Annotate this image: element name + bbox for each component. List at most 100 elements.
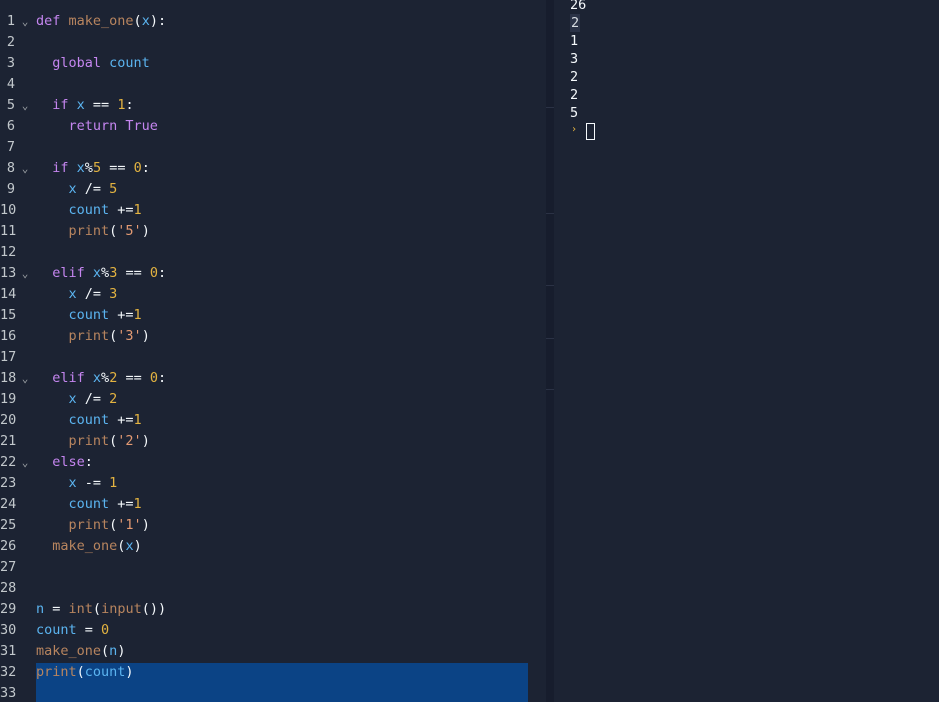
code-token: elif <box>52 265 93 281</box>
line-number: 32 <box>0 664 17 680</box>
code-text: make_one(n) <box>36 641 125 662</box>
code-line[interactable]: 32 print(count) <box>0 662 546 683</box>
code-line[interactable]: 15 count +=1 <box>0 305 546 326</box>
code-token: : <box>84 454 93 470</box>
fold-chevron-icon[interactable]: ⌄ <box>19 11 31 32</box>
code-token: % <box>84 160 93 176</box>
code-line[interactable]: 24 count +=1 <box>0 494 546 515</box>
code-line[interactable]: 21 print('2') <box>0 431 546 452</box>
code-line[interactable]: 18 ⌄ elif x%2 == 0: <box>0 368 546 389</box>
code-text: make_one(x) <box>36 536 142 557</box>
code-token: x <box>68 391 77 407</box>
fold-chevron-icon[interactable]: ⌄ <box>19 263 31 284</box>
code-line[interactable]: 11 print('5') <box>0 221 546 242</box>
code-line[interactable]: 7 <box>0 137 546 158</box>
code-token: count <box>68 307 110 323</box>
code-editor[interactable]: 1 ⌄ def make_one(x): 2 3 global count 4 5 ⌄ if … <box>0 0 546 702</box>
code-token: x <box>141 13 150 29</box>
code-line[interactable]: 22 ⌄ else: <box>0 452 546 473</box>
code-line[interactable]: 25 print('1') <box>0 515 546 536</box>
line-number: 15 <box>0 307 17 323</box>
line-number: 25 <box>0 517 17 533</box>
fold-chevron-icon[interactable]: ⌄ <box>19 452 31 473</box>
code-token: '5' <box>117 223 142 239</box>
code-token: make_one <box>36 643 102 659</box>
code-text: else: <box>36 452 93 473</box>
console-output-line: 2 <box>570 87 579 103</box>
code-token: 1 <box>133 496 142 512</box>
code-line[interactable]: 31 make_one(n) <box>0 641 546 662</box>
code-line[interactable]: 9 x /= 5 <box>0 179 546 200</box>
line-number: 17 <box>0 349 17 365</box>
code-line[interactable]: 30 count = 0 <box>0 620 546 641</box>
line-number: 31 <box>0 643 17 659</box>
code-line[interactable]: 27 <box>0 557 546 578</box>
line-number: 8 <box>6 160 15 176</box>
console-panel[interactable]: 26 2 1 3 2 2 5 › <box>554 0 939 702</box>
code-text: x /= 3 <box>36 284 118 305</box>
code-line[interactable]: 3 global count <box>0 53 546 74</box>
code-line[interactable]: 20 count +=1 <box>0 410 546 431</box>
code-text: count +=1 <box>36 410 142 431</box>
fold-chevron-icon[interactable]: ⌄ <box>19 158 31 179</box>
code-line[interactable]: 19 x /= 2 <box>0 389 546 410</box>
code-line[interactable]: 4 <box>0 74 546 95</box>
code-line[interactable]: 6 return True <box>0 116 546 137</box>
code-line[interactable]: 23 x -= 1 <box>0 473 546 494</box>
code-line[interactable]: 10 count +=1 <box>0 200 546 221</box>
code-line[interactable]: 2 <box>0 32 546 53</box>
line-number: 28 <box>0 580 17 596</box>
code-token: : <box>157 370 167 386</box>
code-token: ) <box>133 538 142 554</box>
code-token: ) <box>141 328 150 344</box>
code-token: global <box>52 55 110 71</box>
code-token: ) <box>141 517 150 533</box>
code-line[interactable]: 8 ⌄ if x%5 == 0: <box>0 158 546 179</box>
text-cursor <box>586 123 595 140</box>
console-output-line: 1 <box>570 33 579 49</box>
code-token: x <box>92 370 102 386</box>
code-token: True <box>125 118 158 134</box>
code-text: n = int(input()) <box>36 599 166 620</box>
fold-chevron-icon[interactable]: ⌄ <box>19 95 31 116</box>
code-line[interactable]: 26 make_one(x) <box>0 536 546 557</box>
line-number: 16 <box>0 328 17 344</box>
code-text: count = 0 <box>36 620 109 641</box>
code-line[interactable]: 16 print('3') <box>0 326 546 347</box>
pane-divider[interactable] <box>546 0 554 702</box>
code-token: ()) <box>141 601 167 617</box>
line-number: 19 <box>0 391 17 407</box>
code-token: += <box>109 202 134 218</box>
code-line[interactable]: 17 <box>0 347 546 368</box>
code-line[interactable]: 13 ⌄ elif x%3 == 0: <box>0 263 546 284</box>
line-number: 3 <box>6 55 15 71</box>
code-token: += <box>109 496 134 512</box>
code-line[interactable]: 5 ⌄ if x == 1: <box>0 95 546 116</box>
code-line[interactable]: 28 <box>0 578 546 599</box>
fold-chevron-icon[interactable]: ⌄ <box>19 368 31 389</box>
code-token: /= <box>76 181 110 197</box>
code-token: x <box>76 97 85 113</box>
code-line[interactable]: 1 ⌄ def make_one(x): <box>0 11 546 32</box>
code-line[interactable]: 29 n = int(input()) <box>0 599 546 620</box>
code-text: return True <box>36 116 158 137</box>
code-text: x /= 5 <box>36 179 118 200</box>
code-text: print('5') <box>36 221 150 242</box>
code-token: int <box>68 601 93 617</box>
code-line[interactable]: 33 <box>0 683 546 702</box>
line-number: 9 <box>6 181 15 197</box>
code-token: == <box>117 370 150 386</box>
code-line[interactable]: 12 <box>0 242 546 263</box>
code-line[interactable]: 14 x /= 3 <box>0 284 546 305</box>
code-text: x -= 1 <box>36 473 118 494</box>
